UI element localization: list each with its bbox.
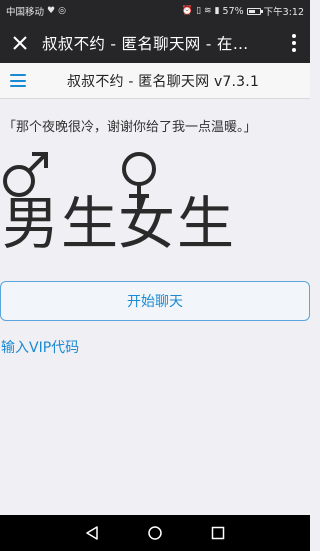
close-icon xyxy=(13,35,27,50)
start-chat-button[interactable]: 开始聊天 xyxy=(0,281,310,321)
app-bar: 叔叔不约 - 匿名聊天网 - 在… xyxy=(0,22,310,63)
home-button[interactable] xyxy=(140,518,170,548)
system-nav-bar xyxy=(0,515,310,551)
male-icon[interactable] xyxy=(3,152,48,197)
vip-code-link[interactable]: 输入VIP代码 xyxy=(1,337,79,357)
alarm-icon: ⏰ xyxy=(181,5,194,16)
battery-icon xyxy=(246,7,263,15)
tagline-quote: 「那个夜晚很冷，谢谢你给了我一点温暖。」 xyxy=(3,120,257,135)
status-bar: 中国移动 ♥ ◎ ⏰ ▯ ≋ ▮ 57% 下午3:12 xyxy=(0,0,310,22)
app-bar-title: 叔叔不约 - 匿名聊天网 - 在… xyxy=(42,34,249,53)
more-options-button[interactable] xyxy=(278,22,310,63)
male-option[interactable]: 男生 xyxy=(2,196,120,253)
home-icon xyxy=(148,526,162,540)
menu-icon[interactable] xyxy=(10,74,26,87)
close-button[interactable] xyxy=(0,22,40,63)
back-button[interactable] xyxy=(77,518,107,548)
page-title: 叔叔不约 - 匿名聊天网 v7.3.1 xyxy=(66,73,260,90)
female-option[interactable]: 女生 xyxy=(118,196,236,253)
recents-icon xyxy=(212,526,225,540)
back-icon xyxy=(85,526,98,540)
sync-icon: ◎ xyxy=(58,5,66,16)
signal-icon: ▮ xyxy=(214,5,220,16)
battery-percent: 57% xyxy=(222,5,244,17)
more-dot-icon xyxy=(292,33,296,38)
clock: 下午3:12 xyxy=(263,7,304,18)
page-header: 叔叔不约 - 匿名聊天网 v7.3.1 xyxy=(0,63,310,99)
recents-button[interactable] xyxy=(203,518,233,548)
carrier-label: 中国移动 xyxy=(6,7,45,18)
more-dot-icon xyxy=(292,40,296,45)
heart-icon: ♥ xyxy=(47,5,56,16)
vibrate-icon: ▯ xyxy=(196,5,202,16)
more-dot-icon xyxy=(292,47,296,52)
wifi-icon: ≋ xyxy=(204,5,212,16)
